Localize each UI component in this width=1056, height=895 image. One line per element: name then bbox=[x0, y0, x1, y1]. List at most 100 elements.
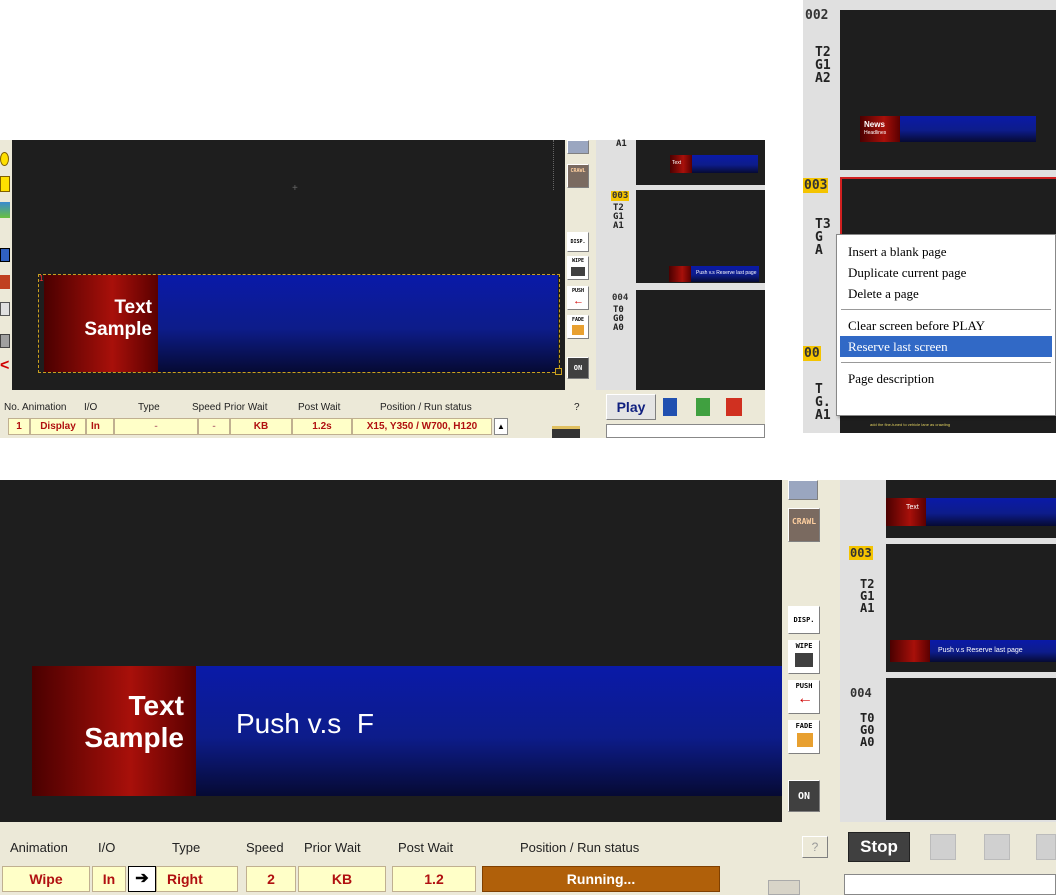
page-number-004: 004 bbox=[612, 293, 629, 303]
page-partial-a: A1 bbox=[815, 408, 831, 423]
large-jump-icon[interactable] bbox=[1036, 834, 1056, 860]
ellipse-tool-icon[interactable] bbox=[0, 152, 9, 166]
mini-red bbox=[886, 498, 926, 526]
cell-speed[interactable]: - bbox=[198, 418, 230, 435]
fade-button[interactable]: FADE bbox=[567, 315, 589, 339]
col-speed: Speed bbox=[192, 402, 221, 413]
cell-io[interactable]: In bbox=[86, 418, 114, 435]
page-002-tga: T2 G1 A2 bbox=[815, 46, 831, 85]
on-air-label: ON bbox=[573, 364, 583, 372]
resize-handle[interactable] bbox=[555, 368, 562, 375]
large-next-step-icon[interactable] bbox=[984, 834, 1010, 860]
page-thumb-partial[interactable]: Text bbox=[636, 140, 765, 185]
large-play-controls: Stop bbox=[840, 822, 1056, 895]
slider-tool-icon[interactable] bbox=[0, 334, 10, 348]
menu-insert-blank-page[interactable]: Insert a blank page bbox=[837, 241, 1055, 262]
large-cell-position[interactable]: Running... bbox=[482, 866, 720, 892]
crawl-button[interactable]: CRAWL bbox=[567, 164, 589, 188]
large-cell-post-wait[interactable]: 1.2 bbox=[392, 866, 476, 892]
large-push-button[interactable]: PUSH ← bbox=[788, 680, 820, 714]
preview-canvas[interactable]: + Text Sample 1 bbox=[12, 140, 565, 390]
left-toolstrip: < bbox=[0, 140, 12, 390]
mini-blue bbox=[900, 116, 1036, 142]
jump-icon[interactable] bbox=[726, 398, 742, 416]
mini-blue bbox=[692, 155, 758, 173]
large-preview-canvas[interactable]: Text Sample Push v.s F bbox=[0, 480, 782, 822]
cell-animation[interactable]: Display bbox=[30, 418, 86, 435]
menu-clear-screen[interactable]: Clear screen before PLAY bbox=[837, 315, 1055, 336]
right-panel-screenshot: 002 T2 G1 A2 News Headlines 003 T3 G A 0… bbox=[803, 0, 1056, 433]
page-thumb-003[interactable]: Push v.s Reserve last page bbox=[636, 190, 765, 283]
help-button[interactable]: ? bbox=[574, 402, 580, 413]
push-button[interactable]: PUSH ← bbox=[567, 286, 589, 310]
menu-duplicate-page[interactable]: Duplicate current page bbox=[837, 262, 1055, 283]
page-number-003: 003 bbox=[611, 191, 630, 201]
large-banner-body-text: Push v.s F bbox=[236, 708, 374, 739]
large-page-thumb-004[interactable] bbox=[886, 678, 1056, 820]
layers-tool-icon[interactable] bbox=[0, 248, 10, 262]
cell-position[interactable]: X15, Y350 / W700, H120 bbox=[352, 418, 492, 435]
safe-area-guide bbox=[553, 140, 554, 190]
large-page-thumb-partial[interactable]: Text bbox=[886, 480, 1056, 538]
wipe-button[interactable]: WIPE bbox=[567, 256, 589, 280]
large-cell-speed[interactable]: 2 bbox=[246, 866, 296, 892]
list-tool-icon[interactable] bbox=[567, 140, 589, 154]
large-mini-body-text: Push v.s Reserve last page bbox=[938, 647, 1023, 654]
wipe-label: WIPE bbox=[571, 258, 585, 264]
large-crawl-button[interactable]: CRAWL bbox=[788, 508, 820, 542]
large-list-tool-icon[interactable] bbox=[788, 480, 818, 500]
clip-tool-icon[interactable] bbox=[0, 302, 10, 316]
large-banner-label: Text Sample bbox=[84, 690, 184, 754]
page-003-large-a: A bbox=[815, 243, 823, 258]
large-on-air-label: ON bbox=[797, 791, 811, 802]
large-prev-step-icon[interactable] bbox=[930, 834, 956, 860]
mini-sub: Headlines bbox=[864, 130, 887, 136]
large-banner-line-2: Sample bbox=[84, 722, 184, 754]
cell-type[interactable]: - bbox=[114, 418, 198, 435]
menu-reserve-last-screen[interactable]: Reserve last screen bbox=[840, 336, 1052, 357]
large-push-label: PUSH bbox=[795, 682, 813, 690]
large-page-thumb-003[interactable]: Push v.s Reserve last page bbox=[886, 544, 1056, 672]
large-on-air-button[interactable]: ON bbox=[788, 780, 820, 812]
large-wipe-label: WIPE bbox=[795, 642, 813, 650]
page-thumb-004[interactable] bbox=[636, 290, 765, 390]
table-icon-button[interactable] bbox=[552, 426, 580, 438]
rectangle-tool-icon[interactable] bbox=[0, 176, 10, 192]
scroll-up-arrow[interactable]: ▲ bbox=[494, 418, 508, 435]
page-thumb-002[interactable]: News Headlines bbox=[840, 10, 1056, 170]
large-cell-animation[interactable]: Wipe bbox=[2, 866, 90, 892]
cell-prior-wait[interactable]: KB bbox=[230, 418, 292, 435]
large-display-button[interactable]: DISP. bbox=[788, 606, 820, 634]
play-controls: Play bbox=[596, 392, 765, 438]
large-col-prior-wait: Prior Wait bbox=[304, 840, 361, 855]
brush-tool-icon[interactable] bbox=[0, 275, 10, 289]
large-fade-button[interactable]: FADE bbox=[788, 720, 820, 754]
banner-label-line-2: Sample bbox=[84, 318, 152, 340]
on-air-button[interactable]: ON bbox=[567, 357, 589, 379]
large-cell-io[interactable]: In bbox=[92, 866, 126, 892]
large-help-button[interactable]: ? bbox=[802, 836, 828, 858]
prev-step-icon[interactable] bbox=[663, 398, 677, 416]
cell-post-wait[interactable]: 1.2s bbox=[292, 418, 352, 435]
large-display-label: DISP. bbox=[793, 616, 815, 624]
delete-icon[interactable]: < bbox=[0, 358, 9, 374]
banner-label-line-1: Text bbox=[114, 297, 152, 318]
mini-blue bbox=[926, 498, 1056, 526]
large-table-icon-button[interactable] bbox=[768, 880, 800, 895]
large-status-field bbox=[844, 874, 1056, 895]
large-cell-prior-wait[interactable]: KB bbox=[298, 866, 386, 892]
menu-page-description[interactable]: Page description bbox=[837, 368, 1055, 389]
large-type-arrow-icon[interactable]: ➔ bbox=[128, 866, 156, 892]
col-io: I/O bbox=[84, 402, 98, 413]
large-wipe-button[interactable]: WIPE bbox=[788, 640, 820, 674]
play-button[interactable]: Play bbox=[606, 394, 656, 420]
large-crawl-label: CRAWL bbox=[791, 517, 817, 526]
next-step-icon[interactable] bbox=[696, 398, 710, 416]
menu-delete-page[interactable]: Delete a page bbox=[837, 283, 1055, 304]
image-tool-icon[interactable] bbox=[0, 202, 10, 218]
stop-button[interactable]: Stop bbox=[848, 832, 910, 862]
large-cell-type[interactable]: Right bbox=[156, 866, 238, 892]
cell-no[interactable]: 1 bbox=[8, 418, 30, 435]
stop-label: Stop bbox=[860, 837, 898, 856]
display-button[interactable]: DISP. bbox=[567, 232, 589, 252]
